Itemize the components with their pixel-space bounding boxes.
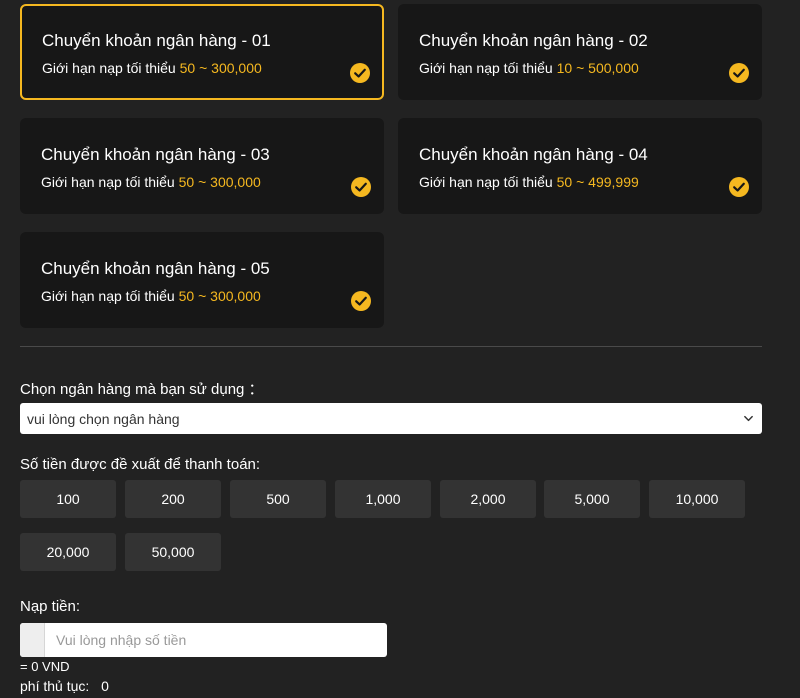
chevron-down-icon <box>744 415 753 422</box>
limit-min: 50 <box>178 174 195 190</box>
amount-button-2000[interactable]: 2,000 <box>440 480 536 518</box>
bank-card-02[interactable]: Chuyển khoản ngân hàng - 02 Giới hạn nạp… <box>398 4 762 100</box>
bank-select[interactable]: vui lòng chọn ngân hàng <box>20 403 762 434</box>
check-circle-icon <box>729 177 749 197</box>
bank-card-limit: Giới hạn nạp tối thiểu 50 ~ 300,000 <box>41 174 261 190</box>
bank-card-title: Chuyển khoản ngân hàng - 05 <box>41 259 270 278</box>
limit-max: 500,000 <box>588 60 639 76</box>
converted-amount: = 0 VND <box>20 659 70 674</box>
amount-button-500[interactable]: 500 <box>230 480 326 518</box>
amount-button-20000[interactable]: 20,000 <box>20 533 116 571</box>
amount-button-50000[interactable]: 50,000 <box>125 533 221 571</box>
suggested-amounts-label: Số tiền được đề xuất để thanh toán: <box>20 456 261 473</box>
limit-max: 300,000 <box>211 60 262 76</box>
bank-select-value: vui lòng chọn ngân hàng <box>27 411 180 427</box>
limit-min: 50 <box>178 288 195 304</box>
fee-label: phí thủ tục: <box>20 678 90 694</box>
deposit-amount-input[interactable] <box>46 623 386 657</box>
deposit-input-wrapper <box>20 623 387 657</box>
bank-card-04[interactable]: Chuyển khoản ngân hàng - 04 Giới hạn nạp… <box>398 118 762 214</box>
deposit-input-prefix <box>20 623 45 657</box>
limit-max: 300,000 <box>210 288 261 304</box>
limit-min: 50 <box>179 60 196 76</box>
amount-button-1000[interactable]: 1,000 <box>335 480 431 518</box>
limit-min: 50 <box>556 174 573 190</box>
limit-max: 300,000 <box>210 174 261 190</box>
bank-card-limit: Giới hạn nạp tối thiểu 10 ~ 500,000 <box>419 60 639 76</box>
bank-card-title: Chuyển khoản ngân hàng - 03 <box>41 145 270 164</box>
deposit-page: Chuyển khoản ngân hàng - 01 Giới hạn nạp… <box>0 0 800 698</box>
check-circle-icon <box>729 63 749 83</box>
limit-max: 499,999 <box>588 174 639 190</box>
fee-row: phí thủ tục: 0 <box>20 678 109 694</box>
amount-button-200[interactable]: 200 <box>125 480 221 518</box>
deposit-label: Nạp tiền: <box>20 598 81 615</box>
bank-card-limit: Giới hạn nạp tối thiểu 50 ~ 300,000 <box>42 60 262 76</box>
check-circle-icon <box>351 177 371 197</box>
bank-card-limit: Giới hạn nạp tối thiểu 50 ~ 499,999 <box>419 174 639 190</box>
bank-card-03[interactable]: Chuyển khoản ngân hàng - 03 Giới hạn nạp… <box>20 118 384 214</box>
check-circle-icon <box>350 63 370 83</box>
amount-button-100[interactable]: 100 <box>20 480 116 518</box>
bank-card-limit: Giới hạn nạp tối thiểu 50 ~ 300,000 <box>41 288 261 304</box>
amount-button-5000[interactable]: 5,000 <box>544 480 640 518</box>
bank-card-title: Chuyển khoản ngân hàng - 04 <box>419 145 648 164</box>
bank-card-01[interactable]: Chuyển khoản ngân hàng - 01 Giới hạn nạp… <box>20 4 384 100</box>
limit-min: 10 <box>556 60 573 76</box>
bank-select-label: Chọn ngân hàng mà bạn sử dụng ： <box>20 381 264 398</box>
bank-card-title: Chuyển khoản ngân hàng - 01 <box>42 31 271 50</box>
section-divider <box>20 346 762 347</box>
bank-card-title: Chuyển khoản ngân hàng - 02 <box>419 31 648 50</box>
bank-card-05[interactable]: Chuyển khoản ngân hàng - 05 Giới hạn nạp… <box>20 232 384 328</box>
fee-value: 0 <box>101 678 109 694</box>
check-circle-icon <box>351 291 371 311</box>
amount-button-10000[interactable]: 10,000 <box>649 480 745 518</box>
